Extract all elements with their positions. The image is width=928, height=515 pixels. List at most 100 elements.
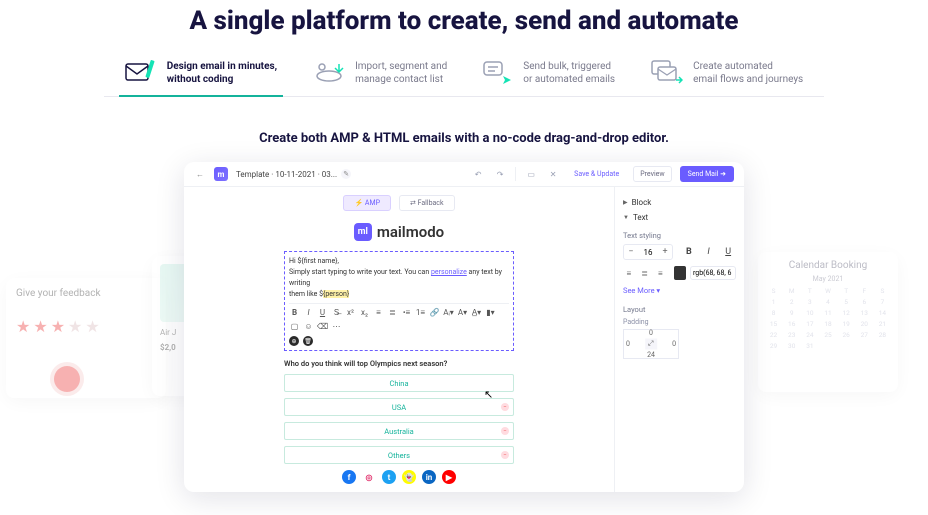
tab-send-bulk[interactable]: Send bulk, triggeredor automated emails <box>483 60 615 86</box>
preview-button[interactable]: Preview <box>633 166 671 182</box>
tab-label: Create automatedemail flows and journeys <box>693 60 803 86</box>
section-text-styling: Text styling <box>623 231 736 240</box>
subscript-icon[interactable]: x₂ <box>359 307 370 318</box>
emoji-icon[interactable]: ☺ <box>303 321 314 332</box>
device-preview-icon[interactable]: ▭ <box>524 167 538 181</box>
chevron-down-icon: ▼ <box>623 214 629 221</box>
canvas-tab-fallback[interactable]: ⇄ Fallback <box>399 195 455 211</box>
font-family-icon[interactable]: Aᵢ▾ <box>443 307 454 318</box>
strike-icon[interactable]: S̶ <box>331 307 342 318</box>
edit-name-icon[interactable]: ✎ <box>341 169 351 179</box>
font-size-stepper[interactable]: − + <box>623 244 673 260</box>
tab-design-email[interactable]: Design email in minutes,without coding <box>125 60 277 86</box>
pad-top[interactable]: 0 <box>649 329 653 337</box>
poll-option[interactable]: Others− <box>284 446 514 464</box>
poll-question: Who do you think will top Olympics next … <box>284 359 514 368</box>
pad-right[interactable]: 0 <box>672 340 676 348</box>
properties-panel: ▶Block ▼Text Text styling − + B I U ≡ ≣ … <box>614 187 744 492</box>
remove-option-icon[interactable]: − <box>501 451 509 459</box>
bg-feedback-card: Give your feedback ★★★★★ <box>6 278 166 398</box>
text-color-swatch[interactable] <box>674 266 686 280</box>
tab-import-segment[interactable]: Import, segment andmanage contact list <box>313 60 447 86</box>
align-left-button[interactable]: ≡ <box>623 266 635 280</box>
pad-bottom[interactable]: 24 <box>647 351 655 359</box>
section-subheading: Create both AMP & HTML emails with a no-… <box>0 131 928 146</box>
richtext-block[interactable]: Hi ${first name}, Simply start typing to… <box>284 251 514 351</box>
superscript-icon[interactable]: x² <box>345 307 356 318</box>
redo-icon[interactable]: ↷ <box>493 167 507 181</box>
block-delete-icon[interactable]: 🗑 <box>303 336 313 346</box>
poll-option[interactable]: Australia− <box>284 422 514 440</box>
tab-automation[interactable]: Create automatedemail flows and journeys <box>651 60 803 86</box>
pad-left[interactable]: 0 <box>626 340 630 348</box>
back-button[interactable]: ← <box>194 168 206 180</box>
see-more-link[interactable]: See More ▾ <box>623 286 736 295</box>
decrement-button[interactable]: − <box>624 245 638 259</box>
linkedin-icon[interactable]: in <box>422 470 436 484</box>
pad-link-icon[interactable]: ⤢ <box>645 339 657 350</box>
align-center-icon[interactable]: ≣ <box>387 307 398 318</box>
app-logo-icon: m <box>214 167 228 181</box>
section-layout: Layout <box>623 305 736 314</box>
calendar-grid: SMTWTFS123456789101112131415161718192021… <box>766 287 890 350</box>
accordion-block[interactable]: ▶Block <box>623 195 736 210</box>
text-line[interactable]: Hi ${first name}, <box>289 256 509 267</box>
youtube-icon[interactable]: ▶ <box>442 470 456 484</box>
text-line[interactable]: Simply start typing to write your text. … <box>289 267 509 289</box>
list-bullet-icon[interactable]: •≡ <box>401 307 412 318</box>
template-name[interactable]: Template · 10-11-2021 · 03...✎ <box>236 169 351 179</box>
font-color-icon[interactable]: A̲▾ <box>471 307 482 318</box>
align-center-button[interactable]: ≣ <box>639 266 651 280</box>
poll-option[interactable]: USA− <box>284 398 514 416</box>
contacts-import-icon <box>313 60 345 86</box>
link-icon[interactable]: 🔗 <box>429 307 440 318</box>
underline-button[interactable]: U <box>720 244 736 260</box>
shuffle-icon[interactable]: ✕ <box>546 167 560 181</box>
envelopes-flow-icon <box>651 60 683 86</box>
italic-icon[interactable]: I <box>303 307 314 318</box>
calendar-title: Calendar Booking <box>766 260 890 271</box>
list-number-icon[interactable]: 1≡ <box>415 307 426 318</box>
text-line[interactable]: them like ${person} <box>289 289 509 300</box>
twitter-icon[interactable]: t <box>382 470 396 484</box>
remove-option-icon[interactable]: − <box>501 427 509 435</box>
chevron-right-icon: ▶ <box>623 199 628 206</box>
editor-topbar: ← m Template · 10-11-2021 · 03...✎ ↶ ↷ ▭… <box>184 162 744 187</box>
snapchat-icon[interactable]: 👻 <box>402 470 416 484</box>
underline-icon[interactable]: U <box>317 307 328 318</box>
padding-label: Padding <box>623 318 736 326</box>
tab-label: Send bulk, triggeredor automated emails <box>523 60 615 86</box>
more-icon[interactable]: ⋯ <box>331 321 342 332</box>
inline-format-toolbar: B I U S̶ x² x₂ ≡ ≣ •≡ 1≡ 🔗 Aᵢ▾ A▾ A̲▾ <box>289 303 509 332</box>
send-mail-button[interactable]: Send Mail ➜ <box>680 166 734 182</box>
clear-format-icon[interactable]: ⌫ <box>317 321 328 332</box>
align-right-button[interactable]: ≡ <box>655 266 667 280</box>
accordion-text[interactable]: ▼Text <box>623 210 736 225</box>
increment-button[interactable]: + <box>658 245 672 259</box>
padding-control[interactable]: 0 24 0 0 ⤢ <box>623 329 679 359</box>
block-move-icon[interactable]: ⊕ <box>289 336 299 346</box>
save-button[interactable]: Save & Update <box>568 167 625 181</box>
remove-option-icon[interactable]: − <box>501 403 509 411</box>
canvas-tab-amp[interactable]: ⚡ AMP <box>343 195 391 211</box>
chat-send-icon <box>483 60 513 86</box>
facebook-icon[interactable]: f <box>342 470 356 484</box>
brand-icon: ml <box>354 223 372 241</box>
bold-button[interactable]: B <box>681 244 697 260</box>
bold-icon[interactable]: B <box>289 307 300 318</box>
editor-canvas[interactable]: ⚡ AMP ⇄ Fallback mlmailmodo Hi ${first n… <box>184 187 614 492</box>
color-hex-input[interactable] <box>690 266 736 280</box>
personalize-link[interactable]: personalize <box>431 268 467 276</box>
feature-tabs: Design email in minutes,without coding I… <box>104 60 824 97</box>
bg-color-icon[interactable]: ▮▾ <box>485 307 496 318</box>
instagram-icon[interactable]: ◎ <box>362 470 376 484</box>
align-left-icon[interactable]: ≡ <box>373 307 384 318</box>
calendar-month: May 2021 <box>766 275 890 283</box>
star-rating: ★★★★★ <box>16 317 156 336</box>
undo-icon[interactable]: ↶ <box>471 167 485 181</box>
italic-button[interactable]: I <box>701 244 717 260</box>
font-size-icon[interactable]: A▾ <box>457 307 468 318</box>
insert-image-icon[interactable]: ▢ <box>289 321 300 332</box>
font-size-input[interactable] <box>638 248 658 257</box>
poll-option[interactable]: China <box>284 374 514 392</box>
